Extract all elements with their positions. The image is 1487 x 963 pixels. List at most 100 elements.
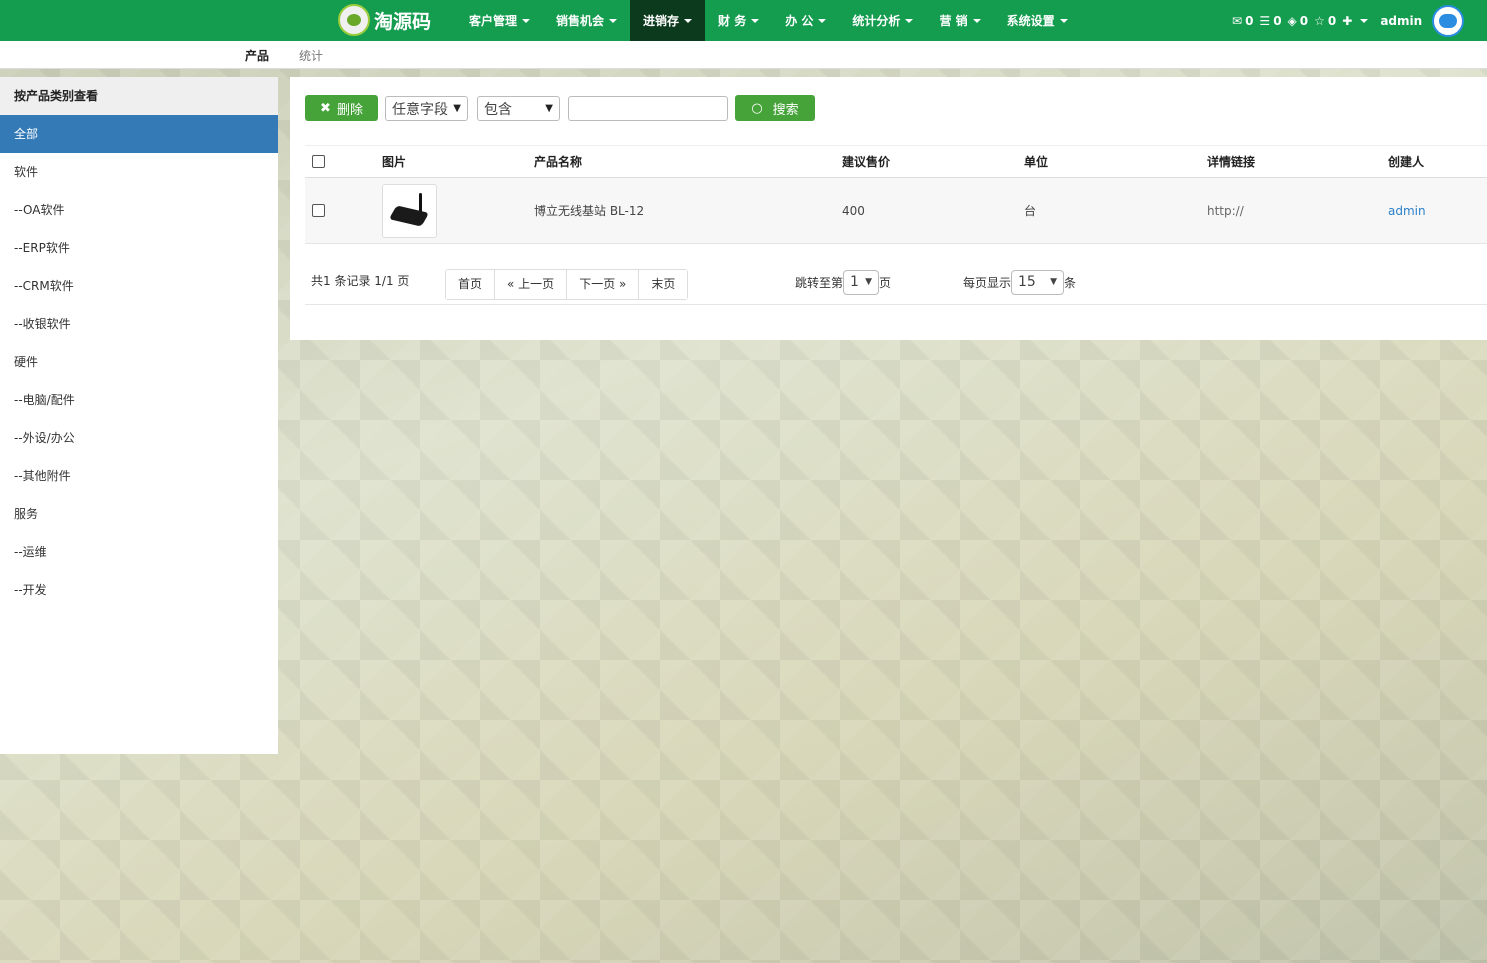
row-checkbox[interactable] [312, 204, 325, 217]
sidebar-item-maintenance[interactable]: --运维 [0, 533, 278, 571]
menu-inventory[interactable]: 进销存 [630, 0, 706, 41]
sidebar-item-all[interactable]: 全部 [0, 115, 278, 153]
diamond-icon: ◈ [1287, 13, 1297, 28]
search-icon: ○ [751, 100, 763, 116]
star-counter[interactable]: ☆ 0 [1314, 14, 1336, 28]
pager-info: 共1 条记录 1/1 页 [311, 274, 410, 288]
sidebar-item-hardware[interactable]: 硬件 [0, 343, 278, 381]
search-button[interactable]: ○ 搜索 [735, 95, 815, 121]
delete-label: 删除 [336, 102, 363, 118]
select-all-cell [312, 146, 325, 177]
task-counter[interactable]: ☰ 0 [1259, 14, 1281, 28]
product-image[interactable] [382, 183, 437, 238]
add-menu[interactable]: ✚ [1342, 13, 1369, 28]
brand[interactable]: 淘源码 [338, 3, 431, 37]
sidebar-item-erp-software[interactable]: --ERP软件 [0, 229, 278, 267]
header-unit[interactable]: 单位 [1024, 146, 1048, 177]
header-link[interactable]: 详情链接 [1207, 146, 1255, 177]
main-panel: ✖ 删除 任意字段 ▼ 包含 ▼ ○ 搜索 图片 产品名称 建议售价 单位 详情… [290, 77, 1487, 340]
chevron-down-icon: ▼ [1050, 277, 1058, 287]
jump-page-select[interactable]: 1 ▼ [843, 269, 880, 295]
table-header: 图片 产品名称 建议售价 单位 详情链接 创建人 [305, 145, 1487, 178]
product-table: 图片 产品名称 建议售价 单位 详情链接 创建人 博立无线基站 BL-12 40… [305, 145, 1487, 244]
operator-select[interactable]: 包含 ▼ [477, 96, 560, 121]
header-price[interactable]: 建议售价 [842, 146, 890, 177]
operator-select-value: 包含 [484, 101, 512, 118]
caret-down-icon [1360, 18, 1369, 23]
header-creator[interactable]: 创建人 [1388, 146, 1424, 177]
row-unit: 台 [1024, 204, 1037, 218]
mail-counter[interactable]: ✉ 0 [1232, 14, 1253, 28]
page-jump: 跳转至第 1 ▼ 页 [795, 269, 891, 295]
top-navbar: 淘源码 客户管理 销售机会 进销存 财 务 办 公 统计分析 营 销 系统设置 … [0, 0, 1487, 41]
brand-name: 淘源码 [374, 10, 432, 33]
navbar-right: ✉ 0 ☰ 0 ◈ 0 ☆ 0 ✚ admin [1232, 0, 1465, 41]
sidebar-item-other-accessories[interactable]: --其他附件 [0, 457, 278, 495]
brand-logo-icon [338, 4, 370, 36]
tab-product[interactable]: 产品 [245, 47, 269, 64]
per-page-value: 15 [1018, 274, 1036, 290]
menu-analytics[interactable]: 统计分析 [839, 0, 926, 41]
prev-page-button[interactable]: « 上一页 [495, 270, 568, 299]
reminder-counter[interactable]: ◈ 0 [1288, 14, 1309, 28]
menu-label: 营 销 [939, 14, 968, 28]
search-label: 搜索 [772, 102, 799, 118]
header-image[interactable]: 图片 [382, 146, 406, 177]
caret-down-icon [905, 18, 914, 23]
tab-statistics[interactable]: 统计 [299, 47, 323, 64]
field-select[interactable]: 任意字段 ▼ [385, 96, 468, 121]
caret-down-icon [751, 18, 760, 23]
menu-marketing[interactable]: 营 销 [926, 0, 993, 41]
sidebar-item-oa-software[interactable]: --OA软件 [0, 191, 278, 229]
delete-button[interactable]: ✖ 删除 [305, 95, 378, 121]
sidebar-title: 按产品类别查看 [0, 77, 278, 115]
menu-sales-opportunity[interactable]: 销售机会 [543, 0, 630, 41]
jump-suffix: 页 [879, 275, 892, 290]
menu-label: 统计分析 [852, 14, 901, 28]
sidebar-item-crm-software[interactable]: --CRM软件 [0, 267, 278, 305]
menu-label: 办 公 [785, 14, 814, 28]
per-page: 每页显示 15 ▼ 条 [963, 269, 1076, 295]
header-name[interactable]: 产品名称 [534, 146, 582, 177]
row-select-cell [312, 178, 325, 243]
menu-label: 销售机会 [556, 14, 605, 28]
per-page-select[interactable]: 15 ▼ [1011, 269, 1065, 295]
row-price: 400 [842, 203, 865, 218]
caret-down-icon [684, 18, 693, 23]
menu-label: 客户管理 [469, 14, 518, 28]
mail-icon: ✉ [1232, 13, 1243, 28]
menu-office[interactable]: 办 公 [772, 0, 839, 41]
row-image-cell [382, 178, 437, 243]
star-count: 0 [1327, 13, 1337, 28]
router-body [388, 204, 430, 227]
sidebar-item-services[interactable]: 服务 [0, 495, 278, 533]
menu-settings[interactable]: 系统设置 [994, 0, 1081, 41]
select-all-checkbox[interactable] [312, 155, 325, 168]
avatar[interactable] [1432, 4, 1465, 37]
row-creator[interactable]: admin [1388, 178, 1426, 243]
caret-down-icon [818, 18, 827, 23]
pagination: 共1 条记录 1/1 页 首页 « 上一页 下一页 » 末页 跳转至第 1 ▼ … [305, 245, 1487, 305]
jump-prefix: 跳转至第 [795, 275, 844, 290]
sidebar-item-development[interactable]: --开发 [0, 571, 278, 609]
sidebar-item-software[interactable]: 软件 [0, 153, 278, 191]
next-page-button[interactable]: 下一页 » [567, 270, 640, 299]
jump-page-value: 1 [850, 274, 859, 290]
table-row[interactable]: 博立无线基站 BL-12 400 台 http:// admin [305, 178, 1487, 244]
sidebar-item-peripherals[interactable]: --外设/办公 [0, 419, 278, 457]
search-input[interactable] [568, 96, 728, 121]
menu-finance[interactable]: 财 务 [705, 0, 772, 41]
sidebar-item-pos-software[interactable]: --收银软件 [0, 305, 278, 343]
chevron-down-icon: ▼ [545, 103, 553, 114]
row-name[interactable]: 博立无线基站 BL-12 [534, 178, 644, 243]
chevron-down-icon: ▼ [453, 103, 461, 114]
close-icon: ✖ [320, 100, 331, 116]
sidebar-item-computer-parts[interactable]: --电脑/配件 [0, 381, 278, 419]
last-page-button[interactable]: 末页 [639, 270, 688, 299]
plus-icon: ✚ [1342, 13, 1353, 28]
row-link[interactable]: http:// [1207, 178, 1244, 243]
first-page-button[interactable]: 首页 [446, 270, 496, 299]
menu-customer[interactable]: 客户管理 [456, 0, 543, 41]
field-select-value: 任意字段 [392, 101, 448, 118]
user-name[interactable]: admin [1380, 14, 1422, 28]
